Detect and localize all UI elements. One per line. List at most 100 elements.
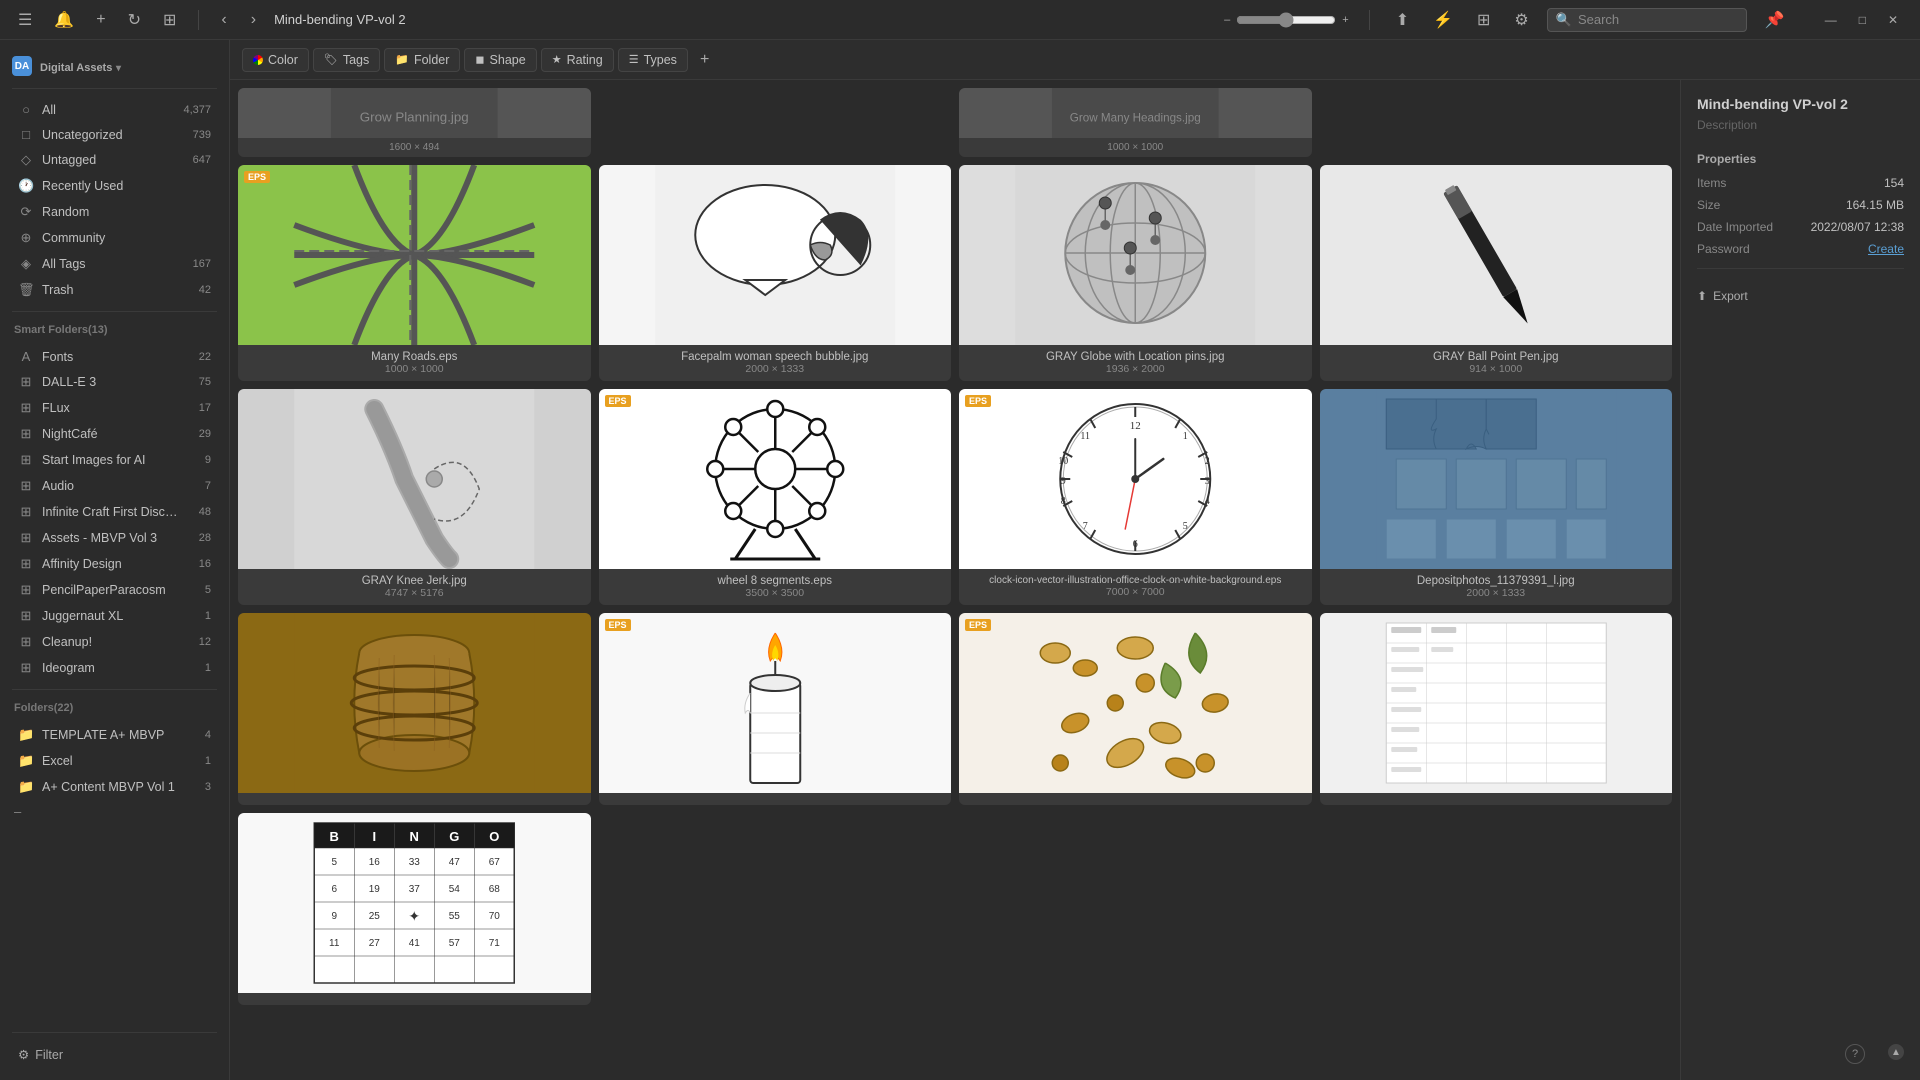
svg-text:✦: ✦ [408, 908, 420, 924]
gallery-item-partial-1[interactable]: Grow Planning.jpg 1600 × 494 [238, 88, 591, 157]
shape-filter[interactable]: ◼ Shape [464, 48, 536, 72]
sidebar-item-template[interactable]: 📁 TEMPLATE A+ MBVP 4 [4, 722, 225, 748]
minimize-button[interactable]: — [1815, 9, 1847, 31]
sidebar-item-start-images[interactable]: ⊞ Start Images for AI 9 [4, 447, 225, 473]
sidebar-item-audio[interactable]: ⊞ Audio 7 [4, 473, 225, 499]
bolt-icon[interactable]: ⚡ [1427, 6, 1459, 34]
sidebar-item-fonts[interactable]: A Fonts 22 [4, 344, 225, 369]
share-icon[interactable]: ⬆ [1390, 6, 1415, 34]
sidebar-item-ideogram[interactable]: ⊞ Ideogram 1 [4, 655, 225, 681]
sidebar-item-pencil[interactable]: ⊞ PencilPaperParacosm 5 [4, 577, 225, 603]
pin-icon[interactable]: 📌 [1759, 6, 1791, 34]
sidebar-item-infinite-craft[interactable]: ⊞ Infinite Craft First Discov... 48 [4, 499, 225, 525]
eps-badge-nuts: EPS [965, 619, 991, 631]
sidebar-item-juggernaut[interactable]: ⊞ Juggernaut XL 1 [4, 603, 225, 629]
bell-icon[interactable]: 🔔 [48, 6, 80, 34]
right-panel-title: Mind-bending VP-vol 2 [1697, 96, 1904, 112]
gallery-item-wheel[interactable]: EPS [599, 389, 952, 605]
rating-icon: ★ [552, 53, 562, 66]
aplus-folder-icon: 📁 [18, 779, 34, 795]
grid-icon[interactable]: ⊞ [1471, 6, 1496, 34]
gallery-item-puzzle[interactable]: Depositphotos_11379391_l.jpg 2000 × 1333 [1320, 389, 1673, 605]
add-button[interactable]: + [90, 7, 111, 33]
password-create-link[interactable]: Create [1868, 242, 1904, 256]
svg-text:37: 37 [409, 884, 421, 895]
back-button[interactable]: ‹ [215, 9, 232, 31]
sidebar-item-uncategorized[interactable]: □ Uncategorized 739 [4, 122, 225, 147]
gallery-item-knee[interactable]: GRAY Knee Jerk.jpg 4747 × 5176 [238, 389, 591, 605]
forward-button[interactable]: › [245, 9, 262, 31]
gallery-item-facepalm[interactable]: Facepalm woman speech bubble.jpg 2000 × … [599, 165, 952, 381]
sidebar-item-excel[interactable]: 📁 Excel 1 [4, 748, 225, 774]
svg-text:3: 3 [1205, 476, 1210, 487]
excel-folder-icon: 📁 [18, 753, 34, 769]
tags-filter[interactable]: 🏷 Tags [313, 48, 380, 72]
rating-filter[interactable]: ★ Rating [541, 48, 614, 72]
sidebar-item-all[interactable]: ○ All 4,377 [4, 97, 225, 122]
gallery-item-chart[interactable] [1320, 613, 1673, 805]
zoom-slider[interactable] [1236, 12, 1336, 28]
search-box[interactable]: 🔍 [1547, 8, 1747, 32]
svg-text:11: 11 [1080, 431, 1090, 442]
sidebar-item-aplus[interactable]: 📁 A+ Content MBVP Vol 1 3 [4, 774, 225, 800]
sidebar-item-community[interactable]: ⊕ Community [4, 225, 225, 251]
gallery-item-nuts[interactable]: EPS [959, 613, 1312, 805]
types-filter[interactable]: ☰ Types [618, 48, 688, 72]
divider-3 [12, 689, 217, 690]
sidebar-item-trash[interactable]: 🗑 Trash 42 [4, 277, 225, 303]
gallery-item-bingo[interactable]: B I N G O [238, 813, 591, 1005]
gallery-item-partial-2[interactable]: Grow Many Headings.jpg 1000 × 1000 [959, 88, 1312, 157]
sidebar-item-dalle3[interactable]: ⊞ DALL-E 3 75 [4, 369, 225, 395]
color-filter[interactable]: Color [242, 48, 309, 72]
filter-button[interactable]: ⚙ Filter [4, 1041, 225, 1068]
zoom-minus-icon: – [1224, 14, 1230, 26]
export-button[interactable]: ⬆ Export [1697, 281, 1748, 311]
refresh-button[interactable]: ↻ [122, 6, 147, 34]
sidebar-item-assets-mbvp[interactable]: ⊞ Assets - MBVP Vol 3 28 [4, 525, 225, 551]
gallery-item-candle[interactable]: EPS [599, 613, 952, 805]
menu-button[interactable]: ☰ [12, 8, 38, 32]
sidebar: DA Digital Assets ▾ ○ All 4,377 □ Uncate… [0, 40, 230, 1080]
infinite-craft-icon: ⊞ [18, 504, 34, 520]
untagged-icon: ◇ [18, 152, 34, 168]
sidebar-item-nightcafe[interactable]: ⊞ NightCafé 29 [4, 421, 225, 447]
svg-text:O: O [489, 829, 499, 844]
gallery-item-globe[interactable]: GRAY Globe with Location pins.jpg 1936 ×… [959, 165, 1312, 381]
content-toolbar: Color 🏷 Tags 📁 Folder ◼ Shape ★ Rating ☰… [230, 40, 1920, 80]
svg-text:8: 8 [1061, 496, 1066, 507]
item-info-10 [599, 793, 952, 805]
svg-text:B: B [330, 829, 339, 844]
gallery-item-many-roads[interactable]: EPS [238, 165, 591, 381]
sidebar-item-recently-used[interactable]: 🕐 Recently Used [4, 173, 225, 199]
search-input[interactable] [1578, 12, 1718, 27]
gallery-item-pen[interactable]: GRAY Ball Point Pen.jpg 914 × 1000 [1320, 165, 1673, 381]
sidebar-item-affinity[interactable]: ⊞ Affinity Design 16 [4, 551, 225, 577]
item-info-12 [1320, 793, 1673, 805]
sidebar-item-cleanup[interactable]: ⊞ Cleanup! 12 [4, 629, 225, 655]
more-folders-indicator: – [0, 800, 229, 823]
svg-text:G: G [449, 829, 459, 844]
filter-icon[interactable]: ⚙ [1508, 6, 1534, 34]
svg-text:19: 19 [369, 884, 381, 895]
sidebar-item-random[interactable]: ⟳ Random [4, 199, 225, 225]
scroll-top-button[interactable]: ▲ [1888, 1044, 1904, 1060]
color-dot [253, 55, 263, 65]
categories-section: ○ All 4,377 □ Uncategorized 739 ◇ Untagg… [0, 93, 229, 307]
folder-filter[interactable]: 📁 Folder [384, 48, 460, 72]
sidebar-item-untagged[interactable]: ◇ Untagged 647 [4, 147, 225, 173]
add-filter-button[interactable]: + [692, 47, 717, 73]
gallery-item-clock[interactable]: EPS [959, 389, 1312, 605]
layout-button[interactable]: ⊞ [157, 6, 182, 34]
divider-2 [12, 311, 217, 312]
maximize-button[interactable]: □ [1849, 9, 1876, 31]
window-controls: — □ ✕ [1815, 9, 1908, 31]
app-logo: DA [12, 56, 32, 76]
smart-folders-section: A Fonts 22 ⊞ DALL-E 3 75 ⊞ FLux 17 ⊞ Nig… [0, 340, 229, 685]
sidebar-item-flux[interactable]: ⊞ FLux 17 [4, 395, 225, 421]
help-button[interactable]: ? [1845, 1044, 1865, 1064]
scroll-up-icon: ▲ [1891, 1047, 1901, 1058]
community-icon: ⊕ [18, 230, 34, 246]
sidebar-item-all-tags[interactable]: ◈ All Tags 167 [4, 251, 225, 277]
close-button[interactable]: ✕ [1878, 9, 1908, 31]
gallery-item-barrel[interactable] [238, 613, 591, 805]
